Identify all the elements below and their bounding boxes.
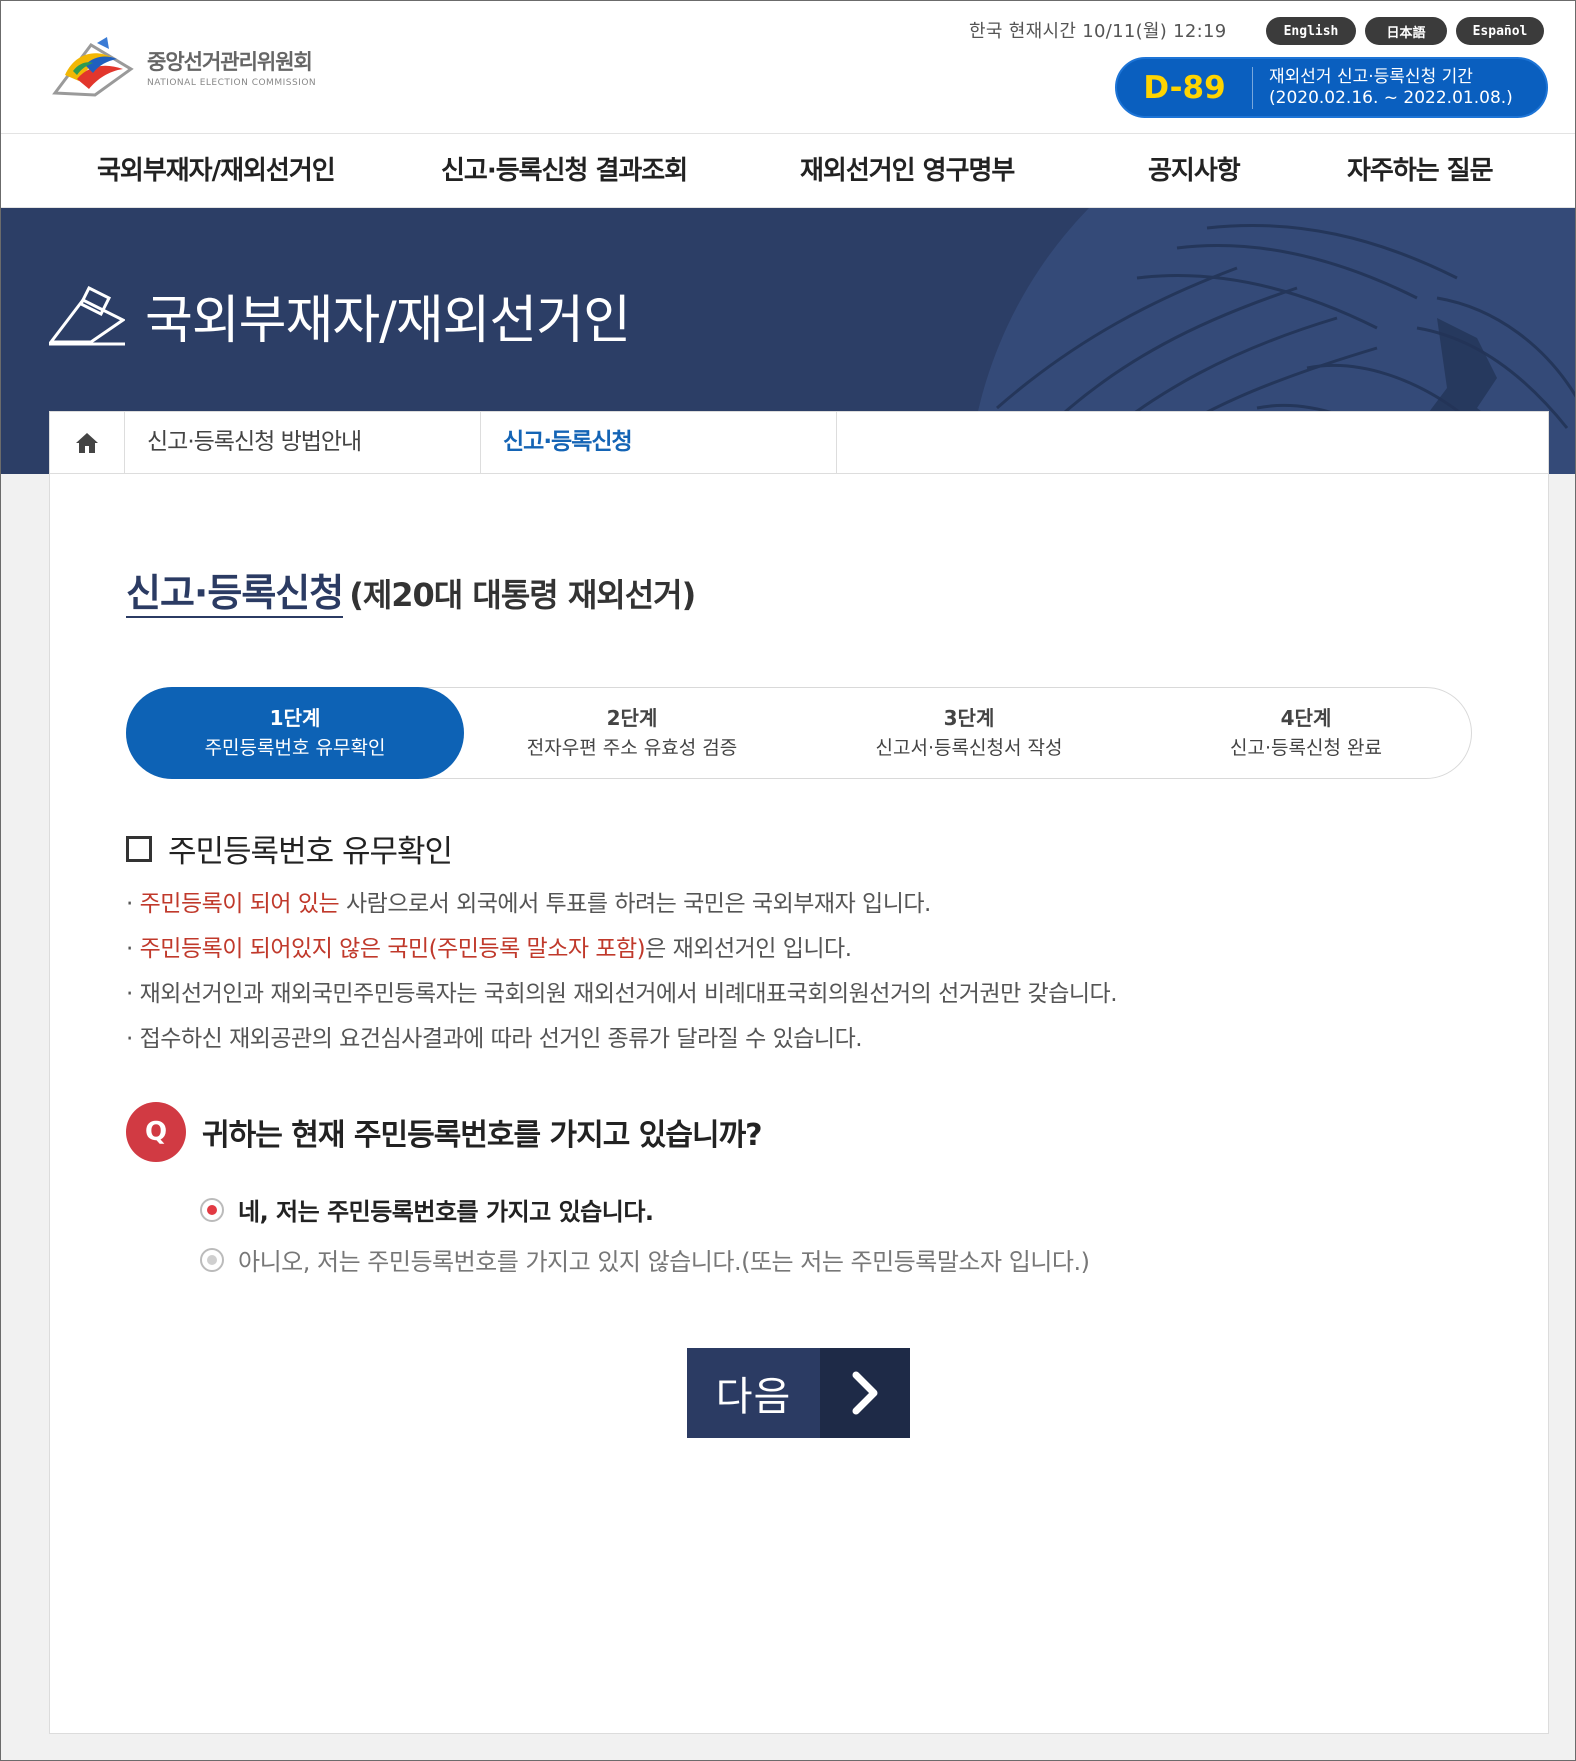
- section-title: 주민등록번호 유무확인: [126, 826, 453, 871]
- nav-item-result-inquiry[interactable]: 신고·등록신청 결과조회: [441, 134, 688, 209]
- language-spanish-button[interactable]: Español: [1456, 17, 1544, 45]
- notice-bullet: ·: [126, 891, 140, 917]
- nav-item-faq[interactable]: 자주하는 질문: [1347, 134, 1494, 209]
- sub-navigation: 신고·등록신청 방법안내 신고·등록신청: [50, 412, 1548, 474]
- step-indicator: 1단계 주민등록번호 유무확인 2단계 전자우편 주소 유효성 검증 3단계 신…: [126, 687, 1472, 779]
- step-1: 1단계 주민등록번호 유무확인: [126, 687, 464, 779]
- home-icon: [76, 432, 98, 453]
- notice-item: · 주민등록이 되어 있는 사람으로서 외국에서 투표를 하려는 국민은 국외부…: [126, 882, 1117, 927]
- logo-name-ko: 중앙선거관리위원회: [147, 50, 313, 74]
- notice-highlight: 주민등록이 되어있지 않은 국민(주민등록 말소자 포함): [139, 936, 646, 962]
- notice-text: 은 재외선거인 입니다.: [645, 936, 852, 962]
- radio-no[interactable]: [200, 1247, 224, 1272]
- language-english-button[interactable]: English: [1266, 17, 1356, 45]
- home-button[interactable]: [50, 412, 125, 473]
- korea-current-time: 한국 현재시간 10/11(월) 12:19: [969, 21, 1227, 42]
- tab-application[interactable]: 신고·등록신청: [481, 412, 837, 473]
- option-yes-label[interactable]: 네, 저는 주민등록번호를 가지고 있습니다.: [238, 1192, 654, 1227]
- step-label: 신고·등록신청 완료: [1230, 737, 1382, 759]
- step-number: 2단계: [606, 706, 658, 730]
- question-text: 귀하는 현재 주민등록번호를 가지고 있습니까?: [202, 1118, 763, 1153]
- dday-period-title: 재외선거 신고·등록신청 기간: [1269, 66, 1473, 87]
- option-yes[interactable]: 네, 저는 주민등록번호를 가지고 있습니다.: [200, 1192, 654, 1227]
- step-2: 2단계 전자우편 주소 유효성 검증: [463, 688, 801, 778]
- step-label: 신고서·등록신청서 작성: [875, 737, 1063, 759]
- notice-text: 사람으로서 외국에서 투표를 하려는 국민은 국외부재자 입니다.: [339, 891, 931, 917]
- section-title-text: 주민등록번호 유무확인: [168, 834, 453, 870]
- notice-bullet: ·: [126, 936, 140, 962]
- step-number: 4단계: [1280, 706, 1332, 730]
- nav-item-permanent-registry[interactable]: 재외선거인 영구명부: [800, 134, 1015, 209]
- page-title-main: 신고·등록신청: [126, 571, 344, 618]
- nav-item-overseas-voter[interactable]: 국외부재자/재외선거인: [97, 134, 336, 209]
- step-3: 3단계 신고서·등록신청서 작성: [800, 688, 1138, 778]
- banner-title: 국외부재자/재외선거인: [145, 291, 631, 351]
- step-4: 4단계 신고·등록신청 완료: [1137, 688, 1475, 778]
- nec-logo[interactable]: 중앙선거관리위원회 NATIONAL ELECTION COMMISSION: [51, 35, 316, 99]
- step-number: 3단계: [943, 706, 995, 730]
- notice-item: · 주민등록이 되어있지 않은 국민(주민등록 말소자 포함)은 재외선거인 입…: [126, 927, 1117, 972]
- chevron-right-icon[interactable]: [820, 1348, 910, 1438]
- question-badge: Q: [126, 1102, 186, 1162]
- nav-item-notices[interactable]: 공지사항: [1148, 134, 1241, 209]
- notice-text: 접수하신 재외공관의 요건심사결과에 따라 선거인 종류가 달라질 수 있습니다…: [139, 1026, 863, 1052]
- dday-banner: D-89 재외선거 신고·등록신청 기간 (2020.02.16. ~ 2022…: [1115, 57, 1548, 118]
- question: Q 귀하는 현재 주민등록번호를 가지고 있습니까?: [126, 1102, 763, 1162]
- step-number: 1단계: [269, 706, 321, 730]
- notice-text: 재외선거인과 재외국민주민등록자는 국회의원 재외선거에서 비례대표국회의원선거…: [139, 981, 1118, 1007]
- page: 중앙선거관리위원회 NATIONAL ELECTION COMMISSION 한…: [0, 0, 1576, 1761]
- square-bullet-icon: [126, 835, 152, 862]
- notice-list: · 주민등록이 되어 있는 사람으로서 외국에서 투표를 하려는 국민은 국외부…: [126, 882, 1118, 1062]
- header: 중앙선거관리위원회 NATIONAL ELECTION COMMISSION 한…: [1, 1, 1575, 133]
- nec-logo-icon: [52, 37, 134, 97]
- language-japanese-button[interactable]: 日本語: [1365, 17, 1447, 45]
- page-title-sub: (제20대 대통령 재외선거): [349, 576, 696, 614]
- ballot-paper-icon: [49, 285, 125, 346]
- notice-highlight: 주민등록이 되어 있는: [139, 891, 340, 917]
- next-button[interactable]: 다음: [687, 1348, 910, 1438]
- step-label: 전자우편 주소 유효성 검증: [526, 737, 738, 759]
- notice-bullet: ·: [126, 981, 140, 1007]
- chevron-right-icon-glyph: [852, 1371, 878, 1415]
- option-no[interactable]: 아니오, 저는 주민등록번호를 가지고 있지 않습니다.(또는 저는 주민등록말…: [200, 1242, 1090, 1277]
- main-navigation: 국외부재자/재외선거인 신고·등록신청 결과조회 재외선거인 영구명부 공지사항…: [1, 133, 1575, 209]
- content-card: 신고·등록신청 방법안내 신고·등록신청 신고·등록신청 (제20대 대통령 재외…: [49, 411, 1549, 1734]
- tab-application-guide[interactable]: 신고·등록신청 방법안내: [125, 412, 481, 473]
- option-no-label[interactable]: 아니오, 저는 주민등록번호를 가지고 있지 않습니다.(또는 저는 주민등록말…: [238, 1242, 1090, 1277]
- page-title: 신고·등록신청 (제20대 대통령 재외선거): [126, 562, 696, 618]
- notice-item: · 재외선거인과 재외국민주민등록자는 국회의원 재외선거에서 비례대표국회의원…: [126, 972, 1118, 1017]
- dday-count: D-89: [1117, 66, 1253, 109]
- step-label: 주민등록번호 유무확인: [204, 737, 386, 759]
- notice-item: · 접수하신 재외공관의 요건심사결과에 따라 선거인 종류가 달라질 수 있습…: [126, 1017, 1117, 1062]
- dday-period-dates: (2020.02.16. ~ 2022.01.08.): [1269, 87, 1513, 108]
- notice-bullet: ·: [126, 1026, 140, 1052]
- next-button-label[interactable]: 다음: [687, 1348, 820, 1438]
- radio-yes[interactable]: [200, 1197, 224, 1222]
- logo-name-en: NATIONAL ELECTION COMMISSION: [147, 78, 317, 88]
